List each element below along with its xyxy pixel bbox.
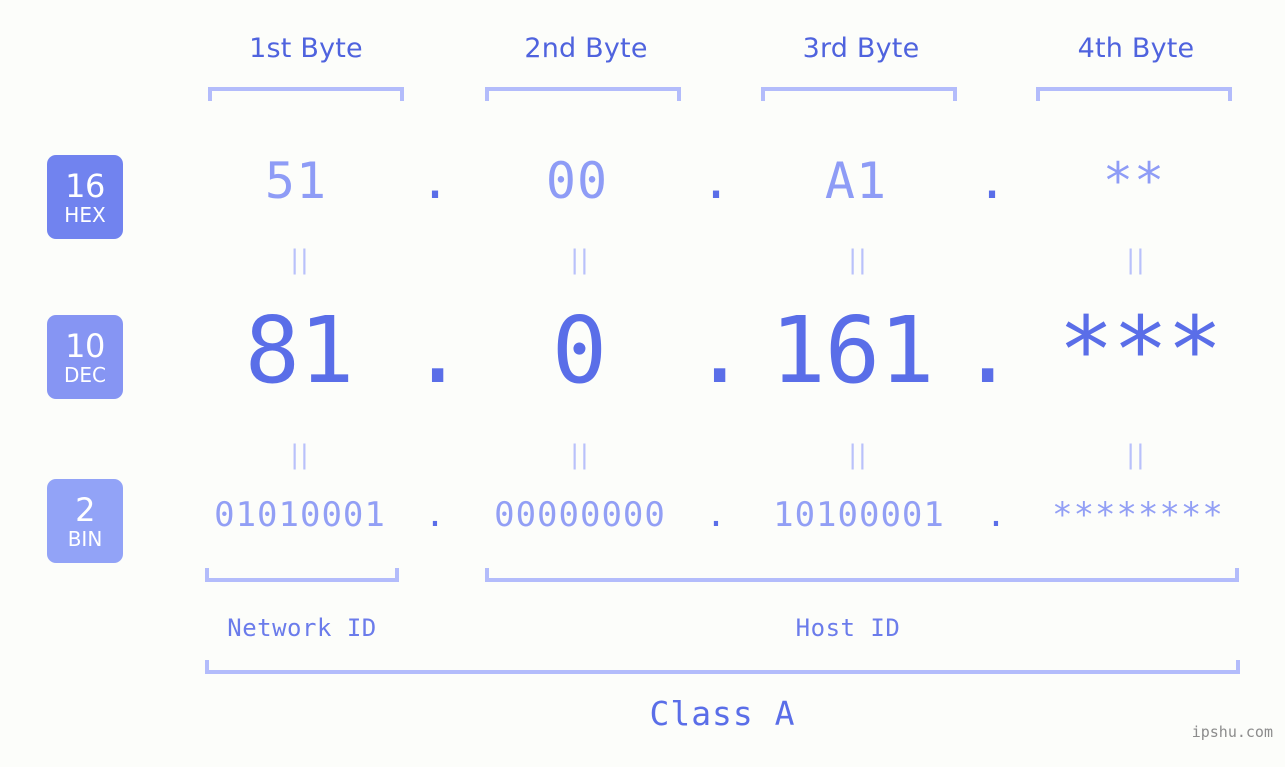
byte-bracket-1	[208, 87, 404, 101]
network-id-bracket	[205, 568, 399, 582]
bin-byte-2: 00000000	[494, 495, 666, 535]
byte-header-4: 4th Byte	[1077, 33, 1195, 64]
byte-header-3: 3rd Byte	[802, 33, 920, 64]
class-bracket	[205, 660, 1240, 674]
host-id-bracket	[485, 568, 1239, 582]
byte-bracket-2	[485, 87, 681, 101]
base-badge-hex[interactable]: 16 HEX	[47, 155, 123, 239]
equality-mark-hex-dec-2: ||	[570, 245, 590, 275]
byte-header-2: 2nd Byte	[524, 33, 648, 64]
dec-byte-4: ***	[1058, 297, 1222, 404]
byte-bracket-4	[1036, 87, 1232, 101]
equality-mark-dec-bin-4: ||	[1126, 440, 1146, 470]
bin-byte-3: 10100001	[773, 495, 945, 535]
byte-bracket-3	[761, 87, 957, 101]
hex-byte-4: **	[1102, 152, 1166, 210]
hex-separator-1: .	[419, 152, 451, 210]
hex-separator-2: .	[700, 152, 732, 210]
base-badge-bin-number: 2	[75, 490, 95, 529]
base-badge-bin[interactable]: 2 BIN	[47, 479, 123, 563]
dec-byte-2: 0	[551, 297, 607, 404]
host-id-label: Host ID	[795, 614, 901, 642]
base-badge-bin-name: BIN	[67, 526, 103, 551]
dec-byte-3: 161	[770, 297, 934, 404]
byte-header-1: 1st Byte	[249, 33, 363, 64]
bin-byte-1: 01010001	[214, 495, 386, 535]
ip-breakdown-diagram: 1st Byte 2nd Byte 3rd Byte 4th Byte 16 H…	[0, 0, 1285, 767]
equality-mark-hex-dec-1: ||	[290, 245, 310, 275]
base-badge-hex-name: HEX	[64, 202, 106, 227]
hex-separator-3: .	[976, 152, 1008, 210]
dec-separator-1: .	[410, 297, 466, 404]
base-badge-dec-number: 10	[65, 326, 105, 365]
site-watermark: ipshu.com	[1191, 723, 1273, 741]
bin-separator-1: .	[424, 495, 446, 535]
hex-byte-2: 00	[545, 152, 609, 210]
base-badge-dec[interactable]: 10 DEC	[47, 315, 123, 399]
hex-byte-1: 51	[264, 152, 328, 210]
class-label: Class A	[649, 694, 796, 733]
bin-byte-4: ********	[1052, 495, 1224, 535]
dec-byte-1: 81	[244, 297, 355, 404]
equality-mark-hex-dec-4: ||	[1126, 245, 1146, 275]
dec-separator-2: .	[692, 297, 748, 404]
hex-byte-3: A1	[824, 152, 888, 210]
equality-mark-dec-bin-1: ||	[290, 440, 310, 470]
dec-separator-3: .	[960, 297, 1016, 404]
equality-mark-dec-bin-3: ||	[848, 440, 868, 470]
equality-mark-hex-dec-3: ||	[848, 245, 868, 275]
equality-mark-dec-bin-2: ||	[570, 440, 590, 470]
base-badge-dec-name: DEC	[63, 362, 106, 387]
network-id-label: Network ID	[227, 614, 377, 642]
base-badge-hex-number: 16	[65, 166, 105, 205]
